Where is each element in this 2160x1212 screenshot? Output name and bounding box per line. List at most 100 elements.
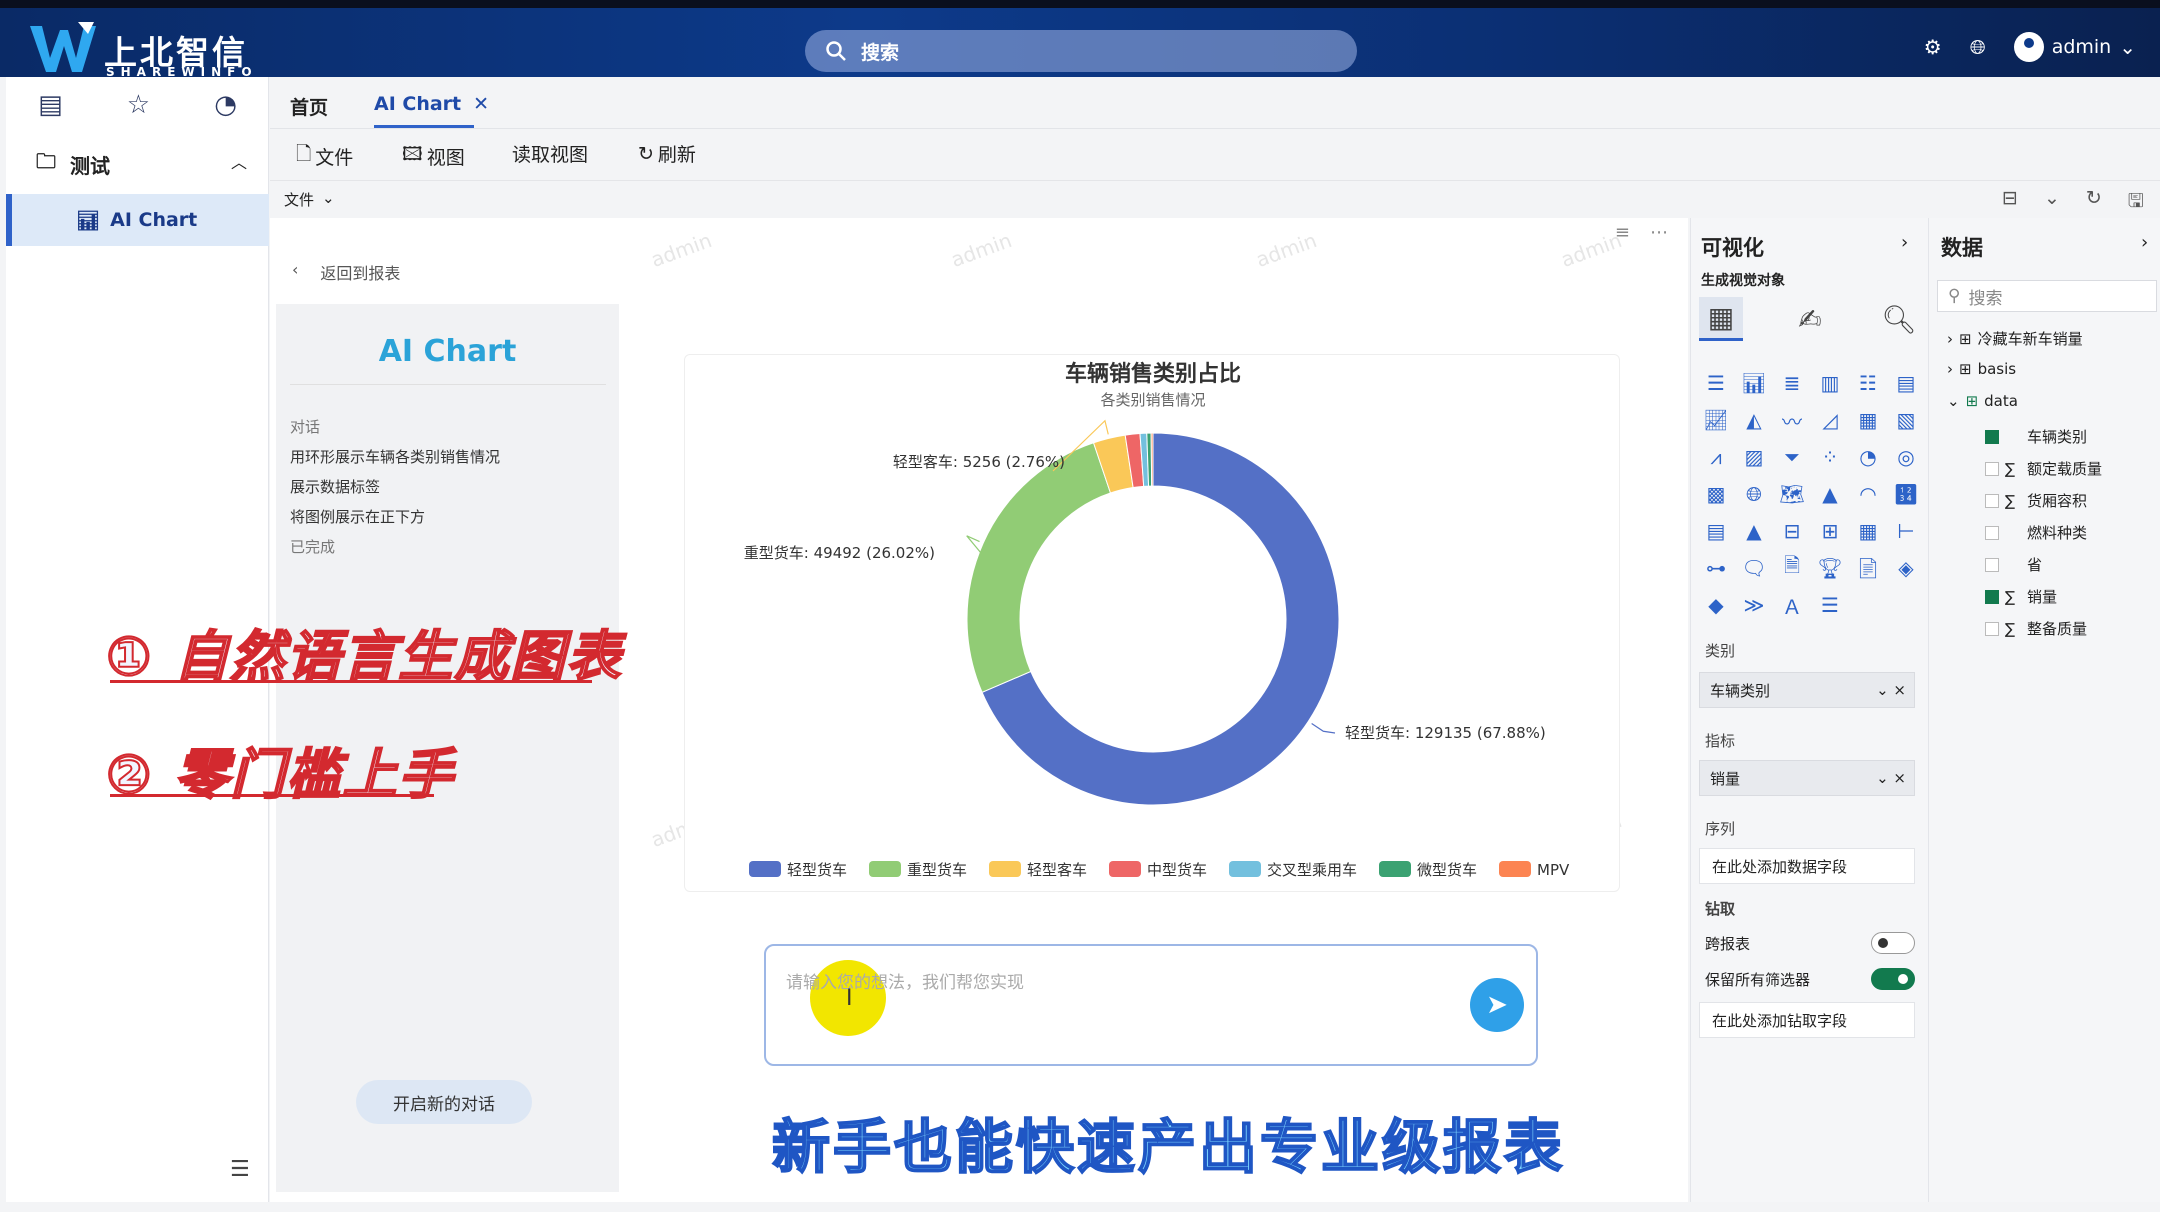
donut-slice[interactable] [966,442,1112,693]
field-checkbox[interactable] [1985,525,1999,540]
legend-label[interactable]: 中型货车 [1147,861,1207,879]
scatter-icon[interactable]: ⁘ [1813,440,1847,474]
build-visual-icon[interactable]: ▦ [1699,297,1743,341]
goals-icon[interactable]: 🏆︎ [1813,551,1847,585]
chevron-down-icon[interactable]: ⌄ × [1876,681,1906,699]
field-item[interactable]: 车辆类别 [1985,426,2087,447]
legend-swatch[interactable] [869,861,901,877]
format-brush-icon[interactable]: ✍ [1788,297,1832,341]
field-item[interactable]: 省 [1985,554,2042,575]
cross-report-toggle[interactable] [1871,932,1915,954]
menu-view[interactable]: 🖾︎ 视图 [402,140,465,172]
more-visuals-icon[interactable]: ☰ [1813,588,1847,622]
column-100-icon[interactable]: ▤ [1889,366,1923,400]
filter-icon[interactable]: ≡ [1615,222,1630,243]
globe-icon[interactable]: 🌐︎ [1970,35,1986,59]
ribbon-chart-icon[interactable]: ▦ [1851,403,1885,437]
legend-swatch[interactable] [989,861,1021,877]
field-item[interactable]: ∑ 额定载质量 [1985,458,2102,479]
slicer-icon[interactable]: ⊟ [1775,514,1809,548]
legend-label[interactable]: 重型货车 [907,861,967,879]
field-checkbox[interactable] [1985,557,1999,572]
legend-swatch[interactable] [1109,861,1141,877]
field-checkbox[interactable] [1985,493,1999,508]
legend-swatch[interactable] [1229,861,1261,877]
chevron-down-icon[interactable]: ⌄ [2044,187,2060,219]
series-drop-zone[interactable]: 在此处添加数据字段 [1699,848,1915,884]
kpi-icon[interactable]: ▲ [1737,514,1771,548]
reload-icon[interactable]: ↻ [2086,187,2102,219]
line-chart-icon[interactable]: 📈︎ [1699,403,1733,437]
data-search-input[interactable]: ⚲ 搜索 [1937,280,2157,312]
bar-100-icon[interactable]: ☷ [1851,366,1885,400]
power-apps-icon[interactable]: ◈ [1889,551,1923,585]
sidebar-item-ai-chart[interactable]: 📊︎ AI Chart [6,194,269,246]
prompt-input[interactable]: 请输入您的想法，我们帮您实现 I ➤ [764,944,1538,1066]
collapse-menu-icon[interactable]: ☰ [230,1157,250,1182]
user-menu[interactable]: admin ⌄ [2013,32,2136,62]
legend-label[interactable]: 轻型货车 [787,861,847,879]
waterfall-icon[interactable]: ▧ [1889,403,1923,437]
power-automate-icon[interactable]: ◆ [1699,588,1733,622]
metric-field[interactable]: 销量 ⌄ × [1699,760,1915,796]
donut-chart-icon[interactable]: ◎ [1889,440,1923,474]
filled-map-icon[interactable]: 🗺︎ [1775,477,1809,511]
chevron-down-icon[interactable]: ⌄ × [1876,769,1906,787]
legend-swatch[interactable] [1379,861,1411,877]
field-checkbox[interactable] [1985,621,1999,636]
layout-icon[interactable]: ⊟ [2002,187,2018,219]
save-icon[interactable]: 🖫︎ [2128,187,2144,219]
field-item[interactable]: ∑ 货厢容积 [1985,490,2087,511]
key-influencers-icon[interactable]: ⊢ [1889,514,1923,548]
donut-slice[interactable] [1150,432,1154,487]
matrix-icon[interactable]: ▦ [1851,514,1885,548]
legend-label[interactable]: 轻型客车 [1027,861,1087,879]
flow-icon[interactable]: ≫ [1737,588,1771,622]
more-icon[interactable]: ⋯ [1650,222,1668,243]
pie-chart-icon[interactable]: ◔ [1851,440,1885,474]
search-input[interactable]: 搜索 [805,30,1357,72]
legend-swatch[interactable] [749,861,781,877]
stacked-bar-icon[interactable]: ☰ [1699,366,1733,400]
legend-label[interactable]: MPV [1537,861,1570,879]
chevron-right-icon[interactable]: › [2141,232,2148,253]
decomposition-tree-icon[interactable]: ⊶ [1699,551,1733,585]
keep-filters-toggle[interactable] [1871,968,1915,990]
qa-icon[interactable]: 🗨︎ [1737,551,1771,585]
gear-icon[interactable]: ⚙ [1924,35,1942,59]
category-field[interactable]: 车辆类别 ⌄ × [1699,672,1915,708]
map-icon[interactable]: 🌐︎ [1737,477,1771,511]
field-checkbox[interactable] [1985,429,1999,444]
table-item[interactable]: › ⊞ 冷藏车新车销量 [1947,328,2083,349]
menu-refresh[interactable]: ↻ 刷新 [638,140,696,167]
close-icon[interactable]: ✕ [473,93,489,115]
multi-row-card-icon[interactable]: ▤ [1699,514,1733,548]
gauge-icon[interactable]: ◠ [1851,477,1885,511]
azure-map-icon[interactable]: ▲ [1813,477,1847,511]
field-item[interactable]: 燃料种类 [1985,522,2087,543]
treemap-icon[interactable]: ▩ [1699,477,1733,511]
line-stacked-icon[interactable]: ⩘ [1699,440,1733,474]
clustered-column-icon[interactable]: ▥ [1813,366,1847,400]
card-icon[interactable]: 🔢︎ [1889,477,1923,511]
new-chat-button[interactable]: 开启新的对话 [356,1080,532,1124]
table-item[interactable]: › ⊞ basis [1947,360,2016,378]
menu-file[interactable]: 🗋︎ 文件 [296,140,353,172]
stacked-area-icon[interactable]: 〰 [1775,403,1809,437]
star-icon[interactable]: ☆ [127,90,150,120]
tab-home[interactable]: 首页 [290,93,328,120]
send-button[interactable]: ➤ [1470,978,1524,1032]
area-chart-icon[interactable]: ◭ [1737,403,1771,437]
table-icon[interactable]: ⊞ [1813,514,1847,548]
field-item[interactable]: ∑ 整备质量 [1985,618,2087,639]
funnel-icon[interactable]: ⏷ [1775,440,1809,474]
field-item[interactable]: ∑ 销量 [1985,586,2057,607]
chevron-right-icon[interactable]: › [1901,232,1908,253]
chevron-up-icon[interactable]: ︿ [231,149,247,173]
legend-label[interactable]: 交叉型乘用车 [1267,861,1357,879]
legend-swatch[interactable] [1499,861,1531,877]
table-item[interactable]: ⌄ ⊞ data [1947,392,2018,410]
menu-read-view[interactable]: 读取视图 [512,140,588,167]
combo-chart-icon[interactable]: ▨ [1737,440,1771,474]
paginated-report-icon[interactable]: 📄︎ [1851,551,1885,585]
